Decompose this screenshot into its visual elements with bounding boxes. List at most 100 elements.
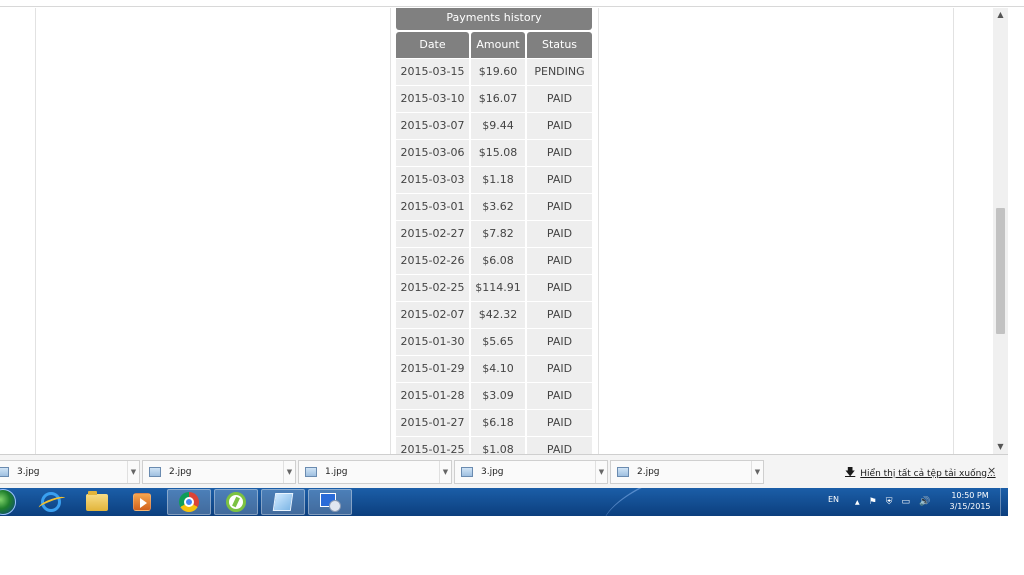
- cell-date: 2015-01-27: [396, 410, 469, 436]
- cell-amount: $42.32: [471, 302, 525, 328]
- media-player-button[interactable]: [120, 489, 164, 515]
- scrollbar-thumb[interactable]: [996, 208, 1005, 334]
- table-row: 2015-01-30 $5.65 PAID: [396, 329, 592, 355]
- right-column-border: [953, 8, 954, 454]
- cell-status: PAID: [527, 248, 592, 274]
- cell-amount: $6.08: [471, 248, 525, 274]
- start-orb-icon[interactable]: [0, 489, 16, 515]
- cell-status: PENDING: [527, 59, 592, 85]
- notepad-icon: [272, 493, 294, 511]
- cell-amount: $19.60: [471, 59, 525, 85]
- table-row: 2015-02-25 $114.91 PAID: [396, 275, 592, 301]
- internet-explorer-button[interactable]: [29, 489, 73, 515]
- green-app-button[interactable]: [214, 489, 258, 515]
- security-icon[interactable]: ⛨: [886, 497, 893, 507]
- table-row: 2015-03-06 $15.08 PAID: [396, 140, 592, 166]
- cell-date: 2015-02-25: [396, 275, 469, 301]
- clock-date: 3/15/2015: [949, 502, 991, 511]
- browser-chrome-top: [0, 0, 1024, 7]
- center-left-border: [390, 8, 391, 454]
- image-file-icon: [617, 467, 629, 477]
- close-icon[interactable]: ×: [987, 464, 996, 477]
- file-explorer-button[interactable]: [75, 489, 119, 515]
- payments-history-table: Payments history Date Amount Status 2015…: [396, 8, 592, 463]
- cell-status: PAID: [527, 410, 592, 436]
- action-center-flag-icon[interactable]: ⚑: [869, 497, 877, 507]
- taskbar-clock[interactable]: 10:50 PM 3/15/2015: [944, 490, 996, 512]
- file-explorer-icon: [86, 490, 108, 511]
- cell-status: PAID: [527, 113, 592, 139]
- download-arrow-icon: 🡇: [845, 467, 856, 478]
- table-row: 2015-01-27 $6.18 PAID: [396, 410, 592, 436]
- cell-amount: $15.08: [471, 140, 525, 166]
- media-player-icon: [133, 493, 151, 511]
- column-header-amount[interactable]: Amount: [471, 32, 525, 58]
- table-row: 2015-02-07 $42.32 PAID: [396, 302, 592, 328]
- cell-amount: $6.18: [471, 410, 525, 436]
- show-desktop-button[interactable]: [1000, 488, 1008, 516]
- notepad-button[interactable]: [261, 489, 305, 515]
- windows-media-button[interactable]: [308, 489, 352, 515]
- cell-date: 2015-02-27: [396, 221, 469, 247]
- chevron-down-icon[interactable]: ▼: [439, 461, 451, 483]
- cell-status: PAID: [527, 329, 592, 355]
- cell-status: PAID: [527, 383, 592, 409]
- cell-amount: $3.62: [471, 194, 525, 220]
- download-item[interactable]: 2.jpg ▼: [142, 460, 296, 484]
- cell-status: PAID: [527, 194, 592, 220]
- table-body: 2015-03-15 $19.60 PENDING 2015-03-10 $16.07 P…: [396, 59, 592, 463]
- table-header: Date Amount Status: [396, 32, 592, 58]
- chevron-down-icon[interactable]: ▼: [283, 461, 295, 483]
- chevron-down-icon[interactable]: ▼: [595, 461, 607, 483]
- column-header-date[interactable]: Date: [396, 32, 469, 58]
- table-row: 2015-02-27 $7.82 PAID: [396, 221, 592, 247]
- system-tray: EN ▲ ⚑ ⛨ ▭ 🔊: [828, 488, 939, 516]
- column-header-status[interactable]: Status: [527, 32, 592, 58]
- vertical-scrollbar[interactable]: ▲ ▼: [993, 8, 1008, 454]
- cell-amount: $1.18: [471, 167, 525, 193]
- download-item-name: 2.jpg: [169, 467, 192, 477]
- cell-amount: $7.82: [471, 221, 525, 247]
- chevron-down-icon[interactable]: ▼: [751, 461, 763, 483]
- download-item-name: 3.jpg: [481, 467, 504, 477]
- image-file-icon: [149, 467, 161, 477]
- network-icon[interactable]: ▭: [902, 497, 911, 507]
- scroll-down-arrow-icon[interactable]: ▼: [993, 440, 1008, 454]
- center-right-border: [598, 8, 599, 454]
- internet-explorer-icon: [41, 492, 61, 512]
- cell-status: PAID: [527, 302, 592, 328]
- table-row: 2015-02-26 $6.08 PAID: [396, 248, 592, 274]
- download-item-name: 3.jpg: [17, 467, 40, 477]
- volume-icon[interactable]: 🔊: [919, 497, 930, 507]
- image-file-icon: [305, 467, 317, 477]
- show-all-downloads-label: Hiển thị tất cả tệp tải xuống...: [860, 468, 996, 479]
- download-item[interactable]: 1.jpg ▼: [298, 460, 452, 484]
- download-bar: 3.jpg ▼ 2.jpg ▼ 1.jpg ▼ 3.jpg ▼ 2.jpg ▼ …: [0, 454, 1008, 488]
- download-item[interactable]: 2.jpg ▼: [610, 460, 764, 484]
- table-row: 2015-03-01 $3.62 PAID: [396, 194, 592, 220]
- chrome-icon: [179, 492, 199, 512]
- table-row: 2015-03-07 $9.44 PAID: [396, 113, 592, 139]
- table-row: 2015-01-29 $4.10 PAID: [396, 356, 592, 382]
- image-file-icon: [461, 467, 473, 477]
- scroll-up-arrow-icon[interactable]: ▲: [993, 8, 1008, 22]
- show-all-downloads-link[interactable]: 🡇 Hiển thị tất cả tệp tải xuống...: [845, 465, 996, 482]
- download-item[interactable]: 3.jpg ▼: [454, 460, 608, 484]
- show-hidden-icons-icon[interactable]: ▲: [855, 499, 860, 506]
- cell-date: 2015-03-15: [396, 59, 469, 85]
- chrome-button[interactable]: [167, 489, 211, 515]
- payments-title: Payments history: [396, 8, 592, 30]
- green-app-icon: [226, 492, 246, 512]
- chevron-down-icon[interactable]: ▼: [127, 461, 139, 483]
- table-row: 2015-03-10 $16.07 PAID: [396, 86, 592, 112]
- clock-time: 10:50 PM: [951, 491, 989, 500]
- language-indicator[interactable]: EN: [828, 495, 839, 504]
- cell-date: 2015-03-01: [396, 194, 469, 220]
- page-viewport: Payments history Date Amount Status 2015…: [0, 8, 1024, 463]
- download-item[interactable]: 3.jpg ▼: [0, 460, 140, 484]
- download-item-name: 2.jpg: [637, 467, 660, 477]
- cell-date: 2015-02-07: [396, 302, 469, 328]
- cell-status: PAID: [527, 140, 592, 166]
- table-row: 2015-03-03 $1.18 PAID: [396, 167, 592, 193]
- cell-status: PAID: [527, 167, 592, 193]
